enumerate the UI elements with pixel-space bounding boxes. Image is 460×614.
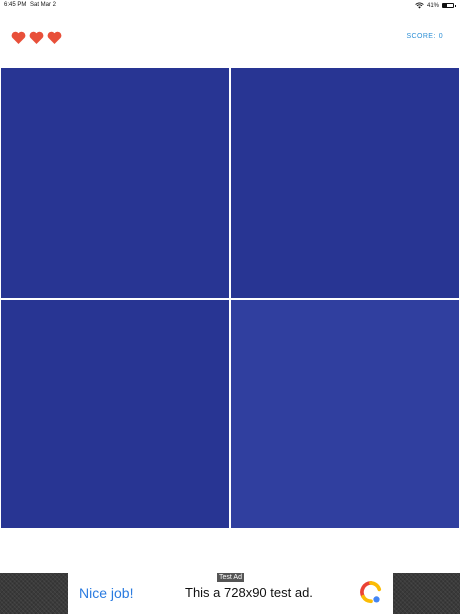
tile-bottom-right[interactable] <box>231 300 459 528</box>
status-time: 6:45 PM <box>4 2 27 8</box>
ad-body[interactable]: This a 728x90 test ad. <box>185 585 313 600</box>
ad-headline[interactable]: Nice job! <box>79 585 133 601</box>
tile-top-right[interactable] <box>231 68 459 298</box>
wifi-icon <box>415 2 424 9</box>
game-board <box>0 67 460 529</box>
score-label: SCORE: <box>406 33 436 40</box>
score-display: SCORE: 0 <box>406 33 443 40</box>
status-date: Sat Mar 2 <box>30 2 57 8</box>
heart-icon <box>47 31 62 44</box>
tile-bottom-left[interactable] <box>1 300 229 528</box>
score-value: 0 <box>438 33 443 40</box>
lives-hearts <box>11 31 62 44</box>
status-right: 41% <box>415 2 456 9</box>
battery-icon <box>442 3 456 8</box>
google-ads-logo-icon[interactable] <box>360 581 382 605</box>
tile-top-left[interactable] <box>1 68 229 298</box>
test-ad-tag: Test Ad <box>217 573 244 582</box>
heart-icon <box>29 31 44 44</box>
status-bar: 6:45 PM Sat Mar 2 41% <box>0 0 460 12</box>
heart-icon <box>11 31 26 44</box>
battery-percent: 41% <box>426 2 439 9</box>
